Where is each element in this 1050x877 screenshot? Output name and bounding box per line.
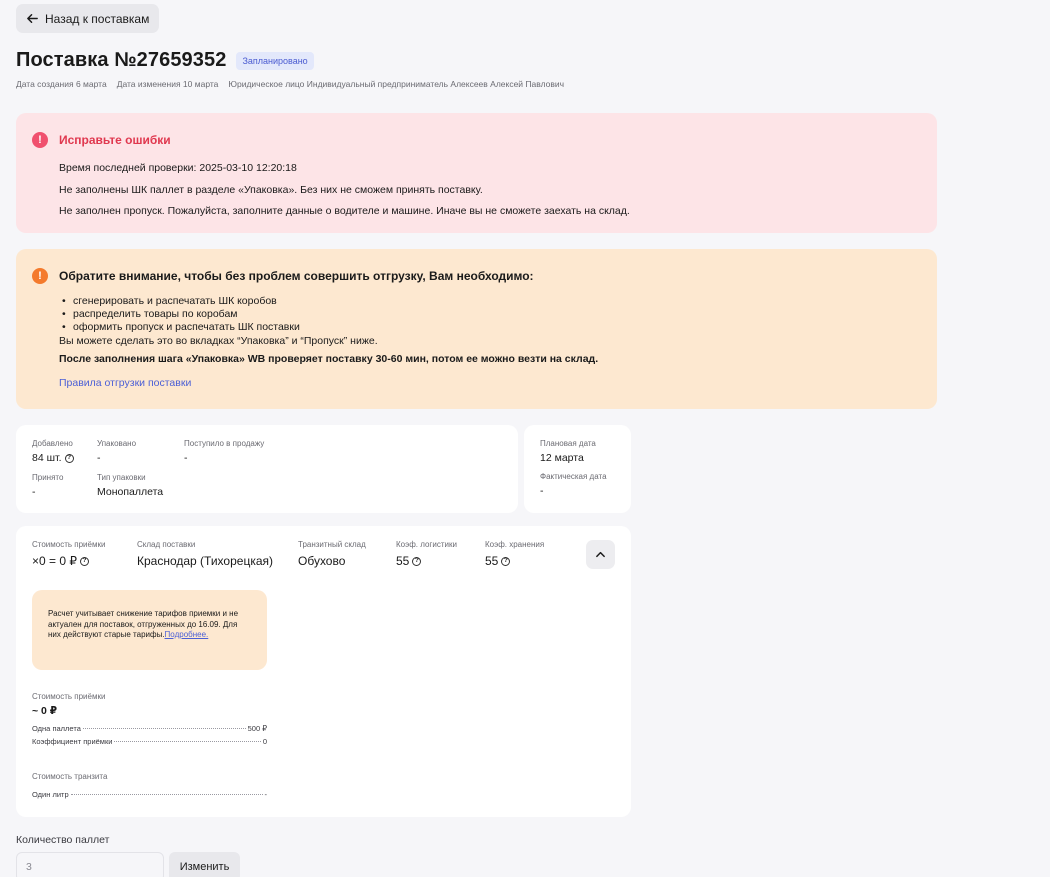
tariff-note: Расчет учитывает снижение тарифов приемк… bbox=[32, 590, 267, 670]
planned-date-field: Плановая дата 12 марта bbox=[540, 439, 596, 464]
transit-warehouse-field: Транзитный склад Обухово bbox=[298, 540, 366, 568]
back-to-supplies-button[interactable]: Назад к поставкам bbox=[16, 4, 160, 33]
question-icon[interactable]: ? bbox=[80, 556, 89, 566]
list-item: распределить товары по коробам bbox=[59, 308, 598, 321]
warehouse-field: Склад поставки Краснодар (Тихорецкая) bbox=[137, 540, 273, 568]
supply-info-card: Добавлено 84 шт.? Упаковано - Поступило … bbox=[16, 425, 518, 513]
error-alert: ! Исправьте ошибки Время последней прове… bbox=[16, 113, 937, 233]
transit-warehouse-value: Обухово bbox=[298, 554, 346, 568]
field-label: Поступило в продажу bbox=[184, 439, 265, 448]
dates-card: Плановая дата 12 марта Фактическая дата … bbox=[524, 425, 631, 513]
field-label: Добавлено bbox=[32, 439, 73, 448]
question-icon[interactable]: ? bbox=[412, 556, 422, 566]
warning-note: Вы можете сделать это во вкладках “Упако… bbox=[59, 334, 378, 347]
cost-row: Один литр - bbox=[32, 790, 267, 799]
actual-date-value: - bbox=[540, 485, 544, 497]
transit-detail: Стоимость транзита bbox=[32, 772, 107, 781]
field-label: Плановая дата bbox=[540, 439, 596, 448]
accepted-value: - bbox=[32, 486, 36, 498]
warehouse-value: Краснодар (Тихорецкая) bbox=[137, 554, 274, 568]
error-line: Не заполнен пропуск. Пожалуйста, заполни… bbox=[59, 205, 630, 217]
status-badge: Запланировано bbox=[236, 51, 314, 70]
logistics-coef-field: Коэф. логистики 55? bbox=[396, 540, 457, 568]
cost-card: Стоимость приёмки ×0 = 0 ₽? Склад постав… bbox=[16, 526, 631, 817]
more-link[interactable]: Подробнее. bbox=[165, 630, 209, 639]
pallet-count-input[interactable]: 3 bbox=[16, 852, 164, 877]
field-label: Принято bbox=[32, 473, 64, 482]
field-label: Упаковано bbox=[97, 439, 137, 448]
packed-field: Упаковано - bbox=[97, 439, 136, 464]
chevron-up-icon bbox=[596, 551, 605, 558]
added-value: 84 шт. bbox=[32, 452, 62, 464]
cost-row-name: Коэффициент приёмки bbox=[32, 737, 113, 746]
cost-row: Одна паллета 500 ₽ bbox=[32, 724, 267, 733]
actual-date-field: Фактическая дата - bbox=[540, 472, 607, 497]
storage-coef-value: 55 bbox=[485, 554, 499, 568]
on-sale-value: - bbox=[184, 452, 188, 464]
acceptance-cost-value: ×0 = 0 ₽ bbox=[32, 554, 77, 568]
shipping-rules-link[interactable]: Правила отгрузки поставки bbox=[59, 377, 598, 390]
cost-row-value: - bbox=[264, 790, 268, 799]
error-line: Не заполнены ШК паллет в разделе «Упаков… bbox=[59, 183, 483, 196]
error-icon: ! bbox=[32, 132, 48, 148]
page-title: Поставка №27659352 bbox=[16, 49, 227, 71]
supply-meta: Дата создания 6 марта Дата изменения 10 … bbox=[16, 79, 564, 89]
pack-type-field: Тип упаковки Монопаллета bbox=[97, 473, 163, 498]
error-line: Время последней проверки: 2025-03-10 12:… bbox=[59, 162, 297, 174]
field-label: Стоимость транзита bbox=[32, 772, 108, 781]
change-button[interactable]: Изменить bbox=[169, 852, 240, 877]
added-field: Добавлено 84 шт.? bbox=[32, 439, 74, 464]
accepted-field: Принято - bbox=[32, 473, 63, 498]
storage-coef-field: Коэф. хранения 55? bbox=[485, 540, 544, 568]
created-date: Дата создания 6 марта bbox=[16, 79, 107, 89]
field-label: Стоимость приёмки bbox=[32, 540, 106, 549]
on-sale-field: Поступило в продажу - bbox=[184, 439, 264, 464]
cost-row-value: 0 bbox=[262, 737, 267, 746]
cost-row-value: 500 ₽ bbox=[247, 724, 267, 733]
question-icon[interactable]: ? bbox=[501, 556, 511, 566]
logistics-coef-value: 55 bbox=[396, 554, 410, 568]
page-header: Поставка №27659352 Запланировано bbox=[16, 49, 314, 72]
list-item: сгенерировать и распечатать ШК коробов bbox=[59, 295, 598, 308]
warning-alert-title: Обратите внимание, чтобы без проблем сов… bbox=[59, 269, 534, 283]
acceptance-detail: Стоимость приёмки ~ 0 ₽ bbox=[32, 692, 105, 717]
field-label: Транзитный склад bbox=[298, 540, 366, 549]
arrow-left-icon bbox=[27, 14, 38, 23]
acceptance-cost-field: Стоимость приёмки ×0 = 0 ₽? bbox=[32, 540, 105, 568]
acceptance-detail-value: ~ 0 ₽ bbox=[32, 705, 58, 717]
pack-type-value: Монопаллета bbox=[97, 486, 164, 498]
cost-row: Коэффициент приёмки 0 bbox=[32, 737, 267, 746]
cost-row-name: Один литр bbox=[32, 790, 69, 799]
collapse-button[interactable] bbox=[586, 540, 615, 569]
field-label: Стоимость приёмки bbox=[32, 692, 106, 701]
error-alert-title: Исправьте ошибки bbox=[59, 133, 171, 147]
question-icon[interactable]: ? bbox=[64, 453, 74, 463]
warning-bold-note: После заполнения шага «Упаковка» WB пров… bbox=[59, 352, 599, 365]
back-button-label: Назад к поставкам bbox=[45, 11, 150, 26]
tariff-note-text: Расчет учитывает снижение тарифов приемк… bbox=[48, 609, 239, 639]
field-label: Склад поставки bbox=[137, 540, 196, 549]
modified-date: Дата изменения 10 марта bbox=[116, 79, 219, 89]
field-label: Тип упаковки bbox=[97, 473, 146, 482]
warning-list: сгенерировать и распечатать ШК коробов р… bbox=[59, 295, 598, 335]
warning-alert: ! Обратите внимание, чтобы без проблем с… bbox=[16, 249, 937, 409]
list-item: оформить пропуск и распечатать ШК постав… bbox=[59, 321, 598, 334]
warning-icon: ! bbox=[32, 268, 48, 284]
planned-date-value: 12 марта bbox=[540, 452, 584, 464]
cost-row-name: Одна паллета bbox=[32, 724, 81, 733]
field-label: Коэф. логистики bbox=[396, 540, 457, 549]
field-label: Коэф. хранения bbox=[485, 540, 545, 549]
packed-value: - bbox=[97, 452, 101, 464]
field-label: Фактическая дата bbox=[540, 472, 607, 481]
pallet-count-label: Количество паллет bbox=[16, 834, 110, 846]
legal-entity: Юридическое лицо Индивидуальный предприн… bbox=[228, 79, 565, 89]
